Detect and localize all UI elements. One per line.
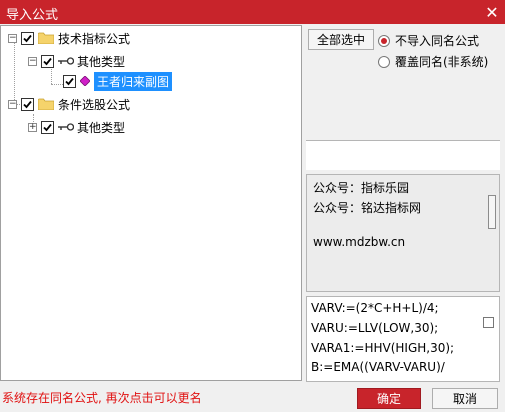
info-line: 公众号：指标乐园 [313, 181, 410, 195]
select-all-button[interactable]: 全部选中 [308, 29, 374, 50]
collapse-toggle[interactable]: − [28, 56, 37, 66]
close-button[interactable]: ✕ [479, 0, 505, 24]
checkmark-icon [23, 100, 32, 108]
node-checkbox[interactable] [21, 31, 34, 45]
tree-connector [51, 84, 63, 85]
node-checkbox[interactable] [21, 97, 34, 111]
node-checkbox[interactable] [41, 54, 54, 68]
window-title: 导入公式 [6, 8, 59, 23]
tree-node-label: 技术指标公式 [58, 31, 131, 46]
radio-label: 不导入同名公式 [395, 34, 480, 48]
code-checkbox[interactable] [483, 317, 494, 328]
checkmark-icon [65, 77, 74, 85]
expand-toggle[interactable]: + [28, 122, 37, 132]
checkmark-icon [23, 34, 32, 42]
title-bar: 导入公式 ✕ [0, 0, 505, 24]
checkmark-icon [43, 57, 52, 65]
tree-node-other-type[interactable]: − 其他类型 [28, 52, 125, 70]
cancel-button[interactable]: 取消 [432, 388, 498, 409]
folder-icon [38, 32, 54, 44]
status-message: 系统存在同名公式, 再次点击可以更名 [2, 391, 202, 405]
ok-button[interactable]: 确定 [357, 388, 421, 409]
tree-node-label: 其他类型 [77, 54, 126, 69]
radio-overwrite[interactable]: 覆盖同名(非系统) [378, 53, 488, 70]
description-field[interactable] [306, 140, 500, 170]
code-line: B:=EMA((VARV-VARU)/ [311, 360, 445, 374]
radio-skip-duplicates[interactable]: 不导入同名公式 [378, 32, 479, 49]
formula-code-panel[interactable]: VARV:=(2*C+H+L)/4; VARU:=LLV(LOW,30); VA… [306, 296, 500, 382]
collapse-toggle[interactable]: − [8, 99, 17, 109]
key-icon [58, 57, 74, 65]
formula-diamond-icon [80, 76, 90, 86]
collapse-toggle[interactable]: − [8, 33, 17, 43]
code-line: VARU:=LLV(LOW,30); [311, 321, 439, 335]
folder-icon [38, 98, 54, 110]
info-line: 公众号：铭达指标网 [313, 201, 422, 215]
node-checkbox[interactable] [63, 74, 76, 88]
key-icon [58, 123, 74, 131]
tree-node-label: 条件选股公式 [58, 97, 131, 112]
code-line: VARA1:=HHV(HIGH,30); [311, 341, 455, 355]
radio-button[interactable] [378, 34, 390, 47]
radio-label: 覆盖同名(非系统) [395, 55, 489, 69]
checkmark-icon [43, 123, 52, 131]
info-line: www.mdzbw.cn [313, 235, 406, 249]
code-line: VARV:=(2*C+H+L)/4; [311, 301, 439, 315]
tree-node-other-type-2[interactable]: + 其他类型 [28, 118, 125, 136]
tree-node-tech-indicators[interactable]: − 技术指标公式 [8, 29, 130, 47]
info-panel: 公众号：指标乐园 公众号：铭达指标网 www.mdzbw.cn [306, 174, 500, 292]
tree-node-label: 其他类型 [77, 120, 126, 135]
tree-node-wangzhe[interactable]: 王者归来副图 [63, 71, 173, 91]
close-icon: ✕ [485, 2, 499, 22]
node-checkbox[interactable] [41, 120, 54, 134]
formula-tree[interactable]: − 技术指标公式 − 其他类型 王者归来副图 − 条件选股公式 + 其他类型 [0, 25, 302, 381]
tree-node-stock-selection[interactable]: − 条件选股公式 [8, 95, 130, 113]
tree-node-label: 王者归来副图 [94, 71, 173, 91]
scrollbar-thumb[interactable] [488, 195, 496, 229]
radio-button[interactable] [378, 55, 390, 68]
